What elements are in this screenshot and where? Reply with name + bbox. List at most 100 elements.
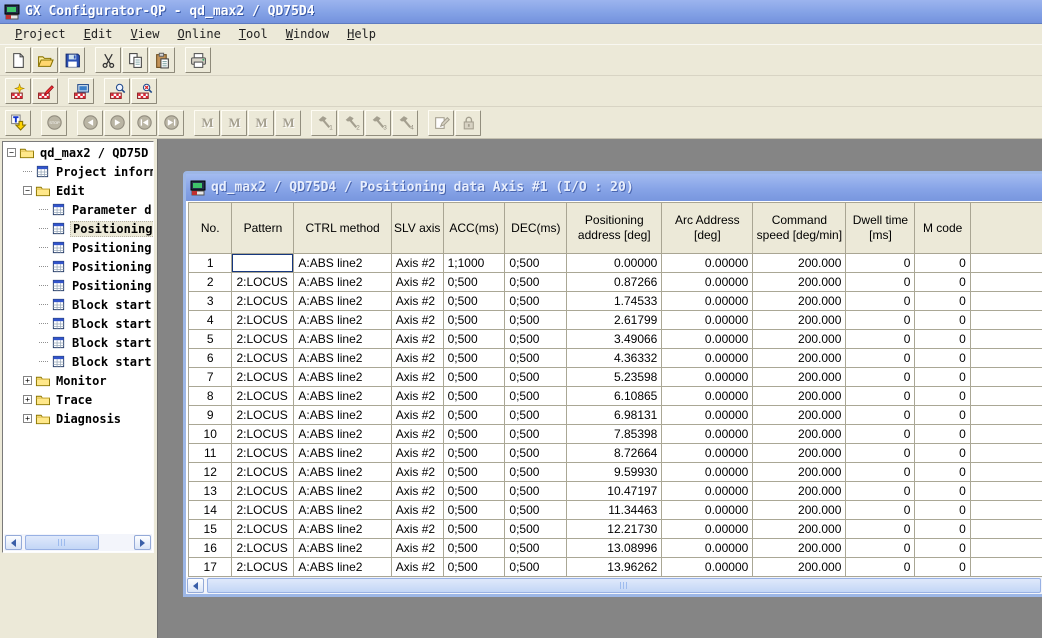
cell-dwell[interactable]: 0: [846, 425, 915, 444]
cell-blank[interactable]: [970, 406, 1042, 425]
cell-blank[interactable]: [970, 349, 1042, 368]
cell-pattern[interactable]: 2:LOCUS: [232, 387, 294, 406]
cell-slv[interactable]: Axis #2: [391, 330, 443, 349]
cell-ctrl[interactable]: A:ABS line2: [294, 368, 391, 387]
axis-left-button[interactable]: [77, 110, 103, 136]
cell-pattern[interactable]: 2:LOCUS: [232, 349, 294, 368]
tree-item[interactable]: Block start: [3, 295, 153, 314]
cell-no[interactable]: 4: [189, 311, 232, 330]
cell-ctrl[interactable]: A:ABS line2: [294, 539, 391, 558]
cell-pattern[interactable]: 2:LOCUS: [232, 501, 294, 520]
cell-speed[interactable]: 200.000: [753, 520, 846, 539]
cell-pos[interactable]: 7.85398: [567, 425, 662, 444]
cell-speed[interactable]: 200.000: [753, 254, 846, 273]
cell-slv[interactable]: Axis #2: [391, 482, 443, 501]
cell-arc[interactable]: 0.00000: [662, 463, 753, 482]
cell-pos[interactable]: 2.61799: [567, 311, 662, 330]
document-icon[interactable]: [190, 180, 206, 196]
cell-dec[interactable]: 0;500: [505, 406, 567, 425]
cell-dec[interactable]: 0;500: [505, 254, 567, 273]
collapse-toggle-icon[interactable]: −: [23, 186, 32, 195]
expand-toggle-icon[interactable]: +: [23, 376, 32, 385]
cell-ctrl[interactable]: A:ABS line2: [294, 254, 391, 273]
cell-slv[interactable]: Axis #2: [391, 406, 443, 425]
cell-pattern[interactable]: 2:LOCUS: [232, 444, 294, 463]
cell-acc[interactable]: 1;1000: [443, 254, 505, 273]
cell-mcode[interactable]: 0: [915, 539, 970, 558]
test-tool-2-button[interactable]: 2: [338, 110, 364, 136]
cell-arc[interactable]: 0.00000: [662, 330, 753, 349]
cell-slv[interactable]: Axis #2: [391, 368, 443, 387]
cell-slv[interactable]: Axis #2: [391, 387, 443, 406]
cell-pos[interactable]: 4.36332: [567, 349, 662, 368]
cell-blank[interactable]: [970, 501, 1042, 520]
cell-mcode[interactable]: 0: [915, 311, 970, 330]
cell-speed[interactable]: 200.000: [753, 387, 846, 406]
cut-button[interactable]: [95, 47, 121, 73]
test-tool-1-button[interactable]: 1: [311, 110, 337, 136]
cell-blank[interactable]: [970, 311, 1042, 330]
menu-help[interactable]: Help: [338, 26, 385, 43]
cell-arc[interactable]: 0.00000: [662, 254, 753, 273]
cell-no[interactable]: 9: [189, 406, 232, 425]
cell-pattern[interactable]: 2:LOCUS: [232, 520, 294, 539]
tree-item[interactable]: Positioning: [3, 257, 153, 276]
cell-arc[interactable]: 0.00000: [662, 368, 753, 387]
cell-pos[interactable]: 10.47197: [567, 482, 662, 501]
app-icon[interactable]: [4, 4, 20, 20]
cell-acc[interactable]: 0;500: [443, 463, 505, 482]
copy-button[interactable]: [122, 47, 148, 73]
cell-speed[interactable]: 200.000: [753, 425, 846, 444]
cell-slv[interactable]: Axis #2: [391, 425, 443, 444]
m-code-1-button[interactable]: MM: [194, 110, 220, 136]
cell-acc[interactable]: 0;500: [443, 520, 505, 539]
cell-acc[interactable]: 0;500: [443, 444, 505, 463]
cell-speed[interactable]: 200.000: [753, 311, 846, 330]
cell-no[interactable]: 8: [189, 387, 232, 406]
lock-button[interactable]: [455, 110, 481, 136]
cell-dec[interactable]: 0;500: [505, 330, 567, 349]
cell-dwell[interactable]: 0: [846, 349, 915, 368]
cell-acc[interactable]: 0;500: [443, 539, 505, 558]
tree-horizontal-scrollbar[interactable]: [4, 534, 152, 551]
cell-pattern[interactable]: 2:LOCUS: [232, 311, 294, 330]
document-title-bar[interactable]: qd_max2 / QD75D4 / Positioning data Axis…: [186, 174, 1042, 201]
cell-dec[interactable]: 0;500: [505, 311, 567, 330]
cell-dwell[interactable]: 0: [846, 482, 915, 501]
cell-mcode[interactable]: 0: [915, 387, 970, 406]
cell-mcode[interactable]: 0: [915, 368, 970, 387]
cell-no[interactable]: 14: [189, 501, 232, 520]
cell-blank[interactable]: [970, 254, 1042, 273]
cell-no[interactable]: 12: [189, 463, 232, 482]
cell-mcode[interactable]: 0: [915, 330, 970, 349]
cell-acc[interactable]: 0;500: [443, 292, 505, 311]
cell-blank[interactable]: [970, 482, 1042, 501]
cell-dec[interactable]: 0;500: [505, 520, 567, 539]
cell-dwell[interactable]: 0: [846, 368, 915, 387]
cell-speed[interactable]: 200.000: [753, 330, 846, 349]
cell-mcode[interactable]: 0: [915, 406, 970, 425]
scroll-right-button[interactable]: [134, 535, 151, 550]
cell-mcode[interactable]: 0: [915, 254, 970, 273]
tree-item[interactable]: +Monitor: [3, 371, 153, 390]
cell-arc[interactable]: 0.00000: [662, 273, 753, 292]
cell-ctrl[interactable]: A:ABS line2: [294, 330, 391, 349]
expand-toggle-icon[interactable]: +: [23, 395, 32, 404]
cell-pos[interactable]: 0.00000: [567, 254, 662, 273]
tree-item[interactable]: −Edit: [3, 181, 153, 200]
cell-speed[interactable]: 200.000: [753, 539, 846, 558]
cell-dwell[interactable]: 0: [846, 254, 915, 273]
cell-blank[interactable]: [970, 520, 1042, 539]
scroll-thumb[interactable]: [25, 535, 99, 550]
cell-no[interactable]: 7: [189, 368, 232, 387]
cell-speed[interactable]: 200.000: [753, 273, 846, 292]
cell-dec[interactable]: 0;500: [505, 558, 567, 577]
cell-pos[interactable]: 6.10865: [567, 387, 662, 406]
cell-slv[interactable]: Axis #2: [391, 444, 443, 463]
stop-button[interactable]: STOP: [41, 110, 67, 136]
tree-item[interactable]: Block start: [3, 314, 153, 333]
cell-pos[interactable]: 12.21730: [567, 520, 662, 539]
cell-speed[interactable]: 200.000: [753, 292, 846, 311]
col-positioning-address[interactable]: Positioning address [deg]: [567, 203, 662, 254]
cell-no[interactable]: 16: [189, 539, 232, 558]
